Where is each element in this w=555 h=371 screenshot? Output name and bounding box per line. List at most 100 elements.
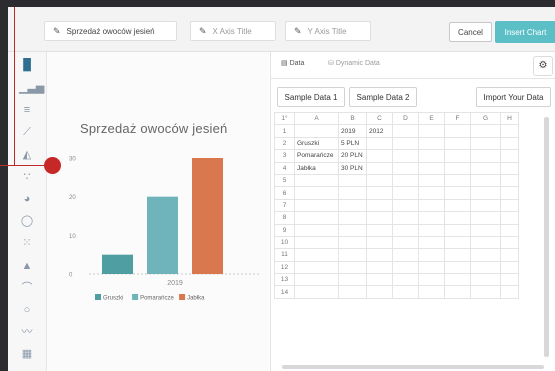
sheet-cell[interactable] <box>470 173 501 188</box>
arc-icon[interactable]: ⌒ <box>19 281 35 295</box>
sheet-cell[interactable] <box>500 285 519 299</box>
sheet-cell[interactable] <box>392 235 419 250</box>
sheet-cell[interactable] <box>444 273 471 287</box>
sheet-cell[interactable]: 30 PLN <box>338 161 367 175</box>
sheet-cell[interactable] <box>470 260 501 275</box>
sheet-cell[interactable] <box>418 211 445 225</box>
sheet-cell[interactable] <box>418 198 445 213</box>
sheet-cell[interactable] <box>418 235 445 250</box>
sheet-cell[interactable] <box>500 161 519 175</box>
sheet-cell[interactable] <box>392 136 419 151</box>
sparkline-icon[interactable]: 〰 <box>19 325 35 339</box>
sheet-cell[interactable] <box>366 260 393 275</box>
sheet-cell[interactable] <box>470 223 501 237</box>
column-header[interactable]: C <box>366 111 393 126</box>
sheet-cell[interactable] <box>338 248 367 262</box>
sample-data-2-button[interactable]: Sample Data 2 <box>349 87 417 107</box>
sheet-cell[interactable] <box>294 198 339 213</box>
sheet-cell[interactable] <box>470 235 501 250</box>
sheet-cell[interactable] <box>294 285 339 299</box>
sheet-cell[interactable] <box>366 235 393 250</box>
sheet-cell[interactable] <box>444 173 471 188</box>
tab-data[interactable]: ▤ Data <box>281 59 304 67</box>
sheet-cell[interactable] <box>470 273 501 287</box>
sheet-cell[interactable] <box>444 211 471 225</box>
sheet-cell[interactable] <box>366 223 393 237</box>
sheet-cell[interactable] <box>392 211 419 225</box>
sheet-cell[interactable] <box>500 149 519 163</box>
sheet-cell[interactable] <box>444 161 471 175</box>
sheet-cell[interactable]: Pomarańcze <box>294 149 339 163</box>
sheet-cell[interactable] <box>500 136 519 151</box>
cancel-button[interactable]: Cancel <box>449 22 492 42</box>
sheet-cell[interactable] <box>294 260 339 275</box>
sheet-cell[interactable] <box>294 124 339 138</box>
sheet-cell[interactable] <box>392 273 419 287</box>
sheet-cell[interactable] <box>418 173 445 188</box>
sheet-cell[interactable] <box>392 149 419 163</box>
sheet-cell[interactable] <box>418 285 445 299</box>
sheet-cell[interactable] <box>338 223 367 237</box>
sheet-cell[interactable] <box>392 223 419 237</box>
sheet-cell[interactable] <box>338 260 367 275</box>
pie-chart-icon[interactable]: ◕ <box>19 192 35 206</box>
sheet-cell[interactable] <box>444 285 471 299</box>
heatmap-icon[interactable]: ⁙ <box>19 236 35 250</box>
sheet-cell[interactable] <box>294 173 339 188</box>
sheet-corner[interactable]: 1° <box>274 111 295 126</box>
bar-chart-icon[interactable]: ▐▌ <box>19 58 35 72</box>
data-spreadsheet[interactable]: 1° A B C D E F G H 1 2019 2012 2 Gruszki 5 PLN 3 Pomara… <box>274 111 519 299</box>
column-header[interactable]: D <box>392 111 419 126</box>
tab-dynamic-data[interactable]: ⛁ Dynamic Data <box>328 59 380 67</box>
sheet-cell[interactable] <box>500 186 519 200</box>
circle-icon[interactable]: ○ <box>19 303 35 317</box>
sheet-cell[interactable] <box>338 173 367 188</box>
y-axis-title-field[interactable]: ✎ Y Axis Title <box>285 21 371 41</box>
line-chart-icon[interactable]: ⟋ <box>19 125 35 139</box>
sheet-cell[interactable] <box>418 136 445 151</box>
sheet-cell[interactable] <box>444 186 471 200</box>
sheet-cell[interactable] <box>366 248 393 262</box>
sheet-cell[interactable] <box>418 149 445 163</box>
sheet-cell[interactable] <box>500 248 519 262</box>
sheet-cell[interactable]: Gruszki <box>294 136 339 151</box>
sheet-cell[interactable] <box>418 248 445 262</box>
sheet-cell[interactable] <box>294 223 339 237</box>
sheet-cell[interactable] <box>470 136 501 151</box>
sheet-cell[interactable] <box>418 223 445 237</box>
mountain-icon[interactable]: ▲ <box>19 259 35 273</box>
sheet-cell[interactable] <box>470 198 501 213</box>
sheet-cell[interactable] <box>392 124 419 138</box>
sheet-cell[interactable]: 5 PLN <box>338 136 367 151</box>
sheet-cell[interactable] <box>470 285 501 299</box>
sheet-cell[interactable] <box>294 273 339 287</box>
sheet-cell[interactable]: 2012 <box>366 124 393 138</box>
donut-chart-icon[interactable]: ◯ <box>19 214 35 228</box>
sheet-cell[interactable] <box>366 198 393 213</box>
sheet-cell[interactable] <box>500 260 519 275</box>
sheet-cell[interactable] <box>444 198 471 213</box>
sheet-cell[interactable] <box>392 198 419 213</box>
sheet-cell[interactable] <box>294 211 339 225</box>
insert-chart-button[interactable]: Insert Chart <box>495 21 555 43</box>
sheet-cell[interactable] <box>294 248 339 262</box>
sheet-cell[interactable] <box>500 223 519 237</box>
sheet-cell[interactable] <box>444 124 471 138</box>
column-header[interactable]: A <box>294 111 339 126</box>
sheet-cell[interactable] <box>338 273 367 287</box>
column-header[interactable]: E <box>418 111 445 126</box>
import-data-button[interactable]: Import Your Data <box>476 87 551 107</box>
sheet-cell[interactable] <box>444 235 471 250</box>
sheet-cell[interactable] <box>366 273 393 287</box>
sheet-cell[interactable] <box>392 248 419 262</box>
column-header[interactable]: B <box>338 111 367 126</box>
sheet-cell[interactable] <box>470 161 501 175</box>
sheet-cell[interactable] <box>418 186 445 200</box>
sheet-cell[interactable] <box>470 149 501 163</box>
sheet-cell[interactable] <box>338 211 367 225</box>
sheet-cell[interactable] <box>366 173 393 188</box>
sheet-cell[interactable] <box>418 124 445 138</box>
sheet-cell[interactable] <box>444 149 471 163</box>
sheet-cell[interactable] <box>366 136 393 151</box>
sheet-cell[interactable] <box>444 136 471 151</box>
